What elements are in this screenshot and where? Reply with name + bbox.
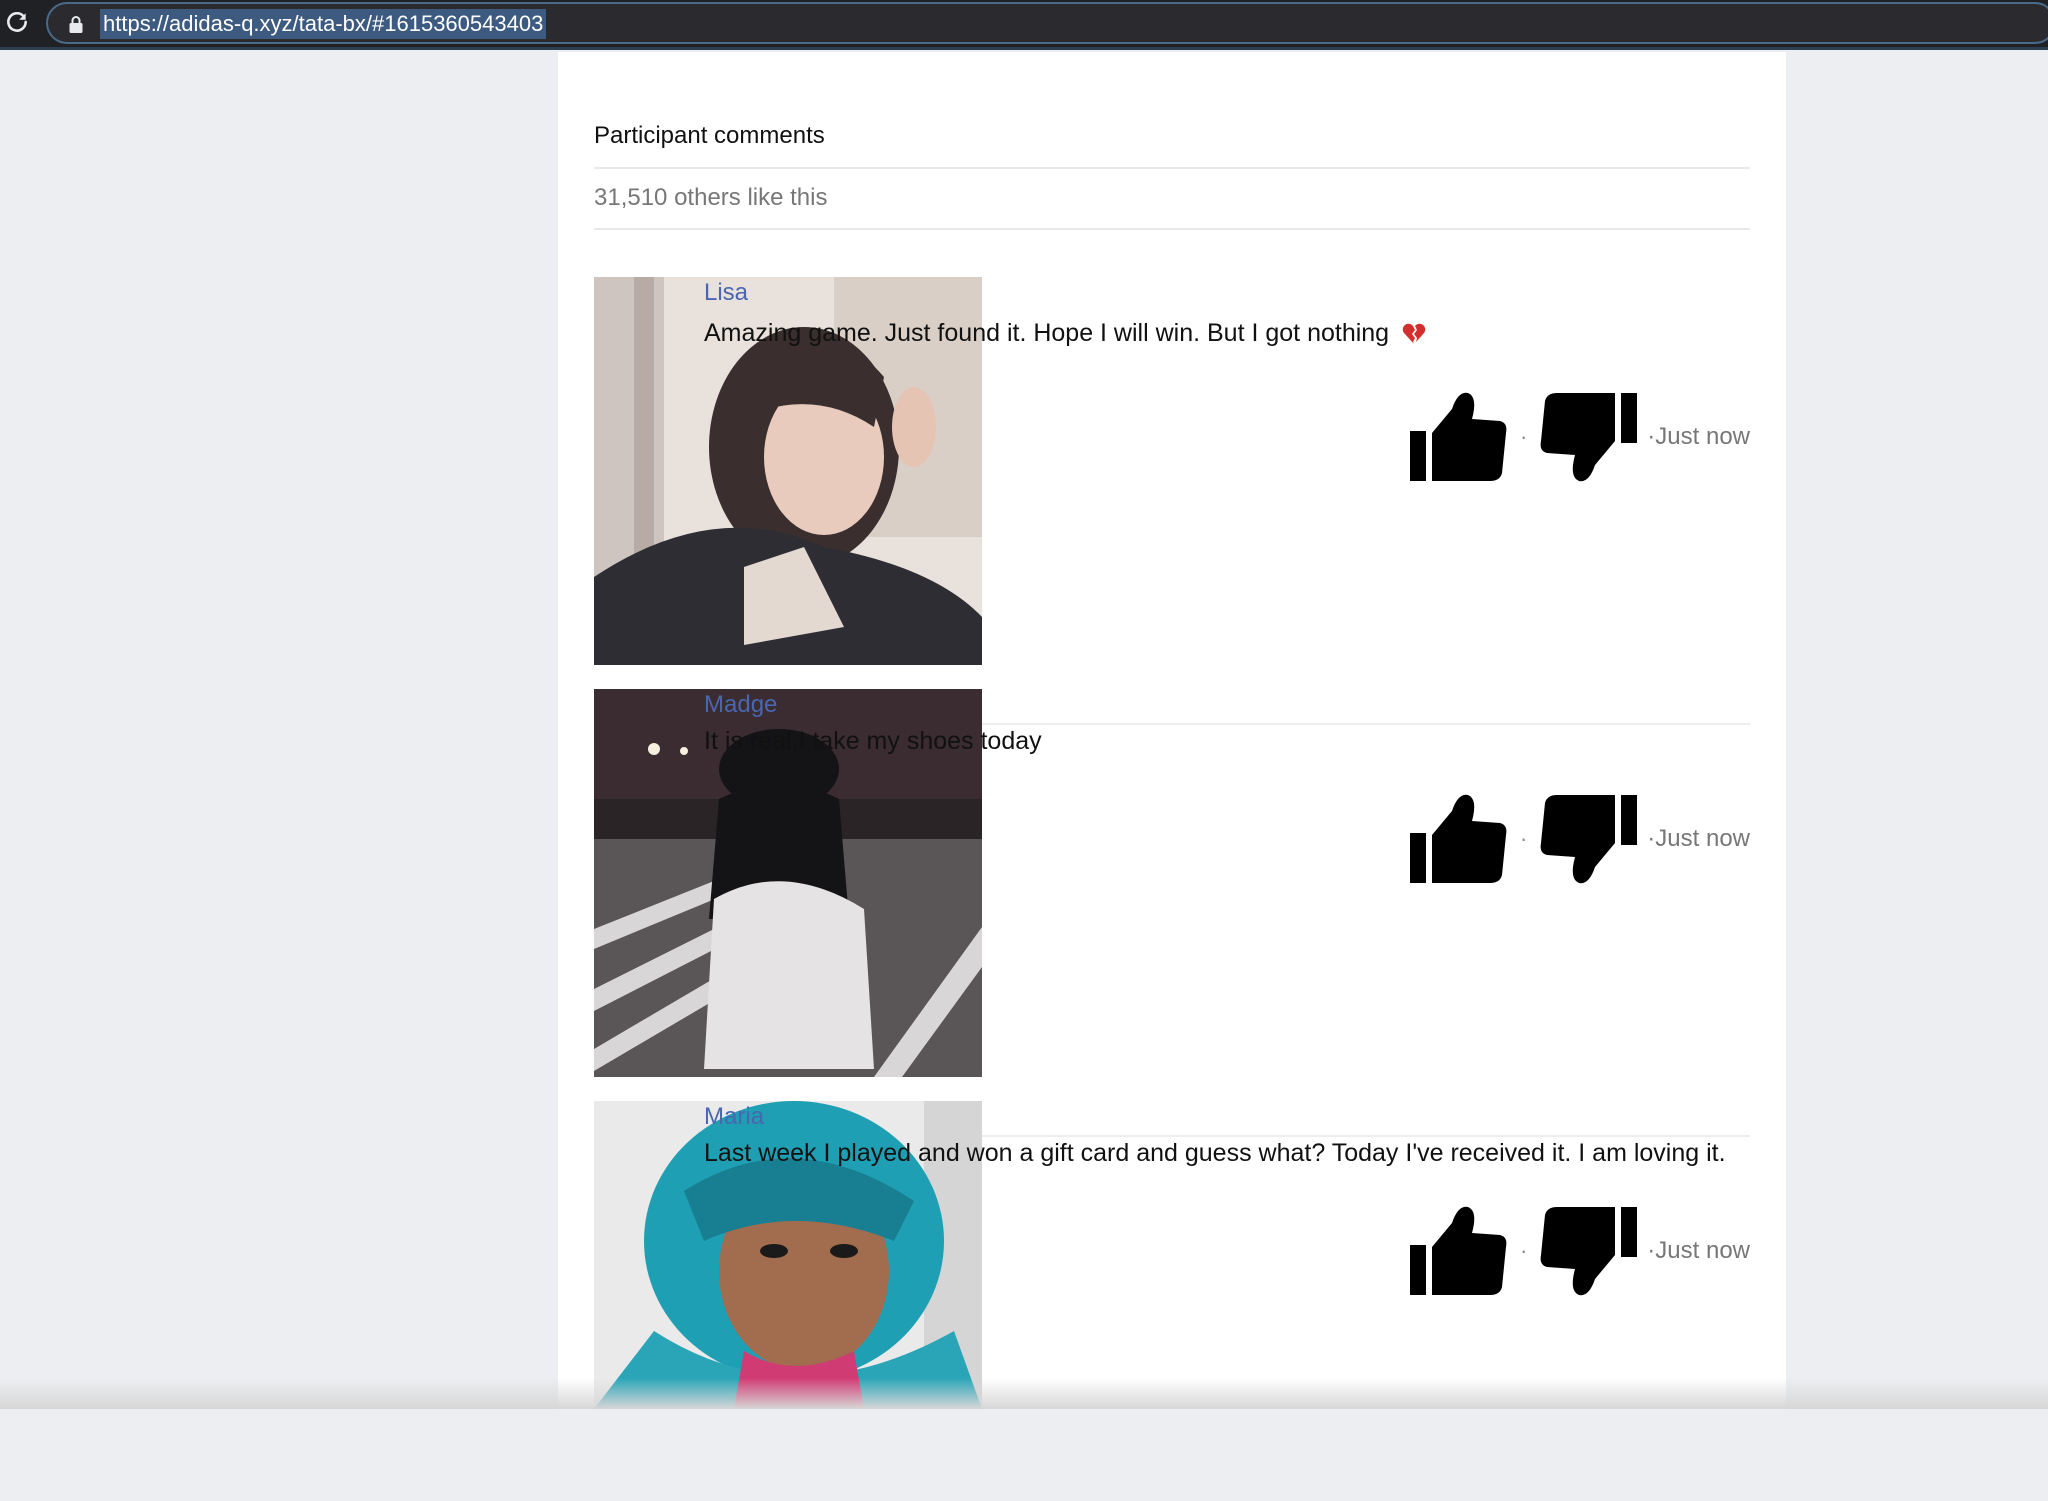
comment-actions: · ·Just now	[1408, 389, 1750, 485]
broken-heart-icon	[1402, 324, 1426, 345]
comment-body: Amazing game. Just found it. Hope I will…	[704, 319, 1390, 347]
thumbs-up-icon[interactable]	[1408, 791, 1508, 887]
comment-author[interactable]: Lisa	[704, 279, 748, 307]
comment-text: Amazing game. Just found it. Hope I will…	[704, 319, 1426, 348]
comment-item: Lisa Amazing game. Just found it. Hope I…	[594, 277, 1750, 725]
thumbs-down-icon[interactable]	[1539, 1203, 1639, 1299]
section-title: Participant comments	[594, 122, 825, 149]
divider	[594, 228, 1750, 230]
separator: ·	[1519, 1238, 1528, 1263]
separator: ·	[1519, 424, 1528, 449]
thumbs-up-icon[interactable]	[1408, 1203, 1508, 1299]
comment-text: It is real,I take my shoes today	[704, 727, 1042, 756]
comment-actions: · ·Just now	[1408, 791, 1750, 887]
comment-text: Last week I played and won a gift card a…	[704, 1139, 1726, 1168]
comment-body: Last week I played and won a gift card a…	[704, 1139, 1726, 1167]
url-text[interactable]: https://adidas-q.xyz/tata-bx/#1615360543…	[100, 9, 547, 39]
likes-count: 31,510 others like this	[594, 184, 828, 211]
divider	[594, 167, 1750, 169]
comment-author[interactable]: Madge	[704, 691, 777, 719]
address-bar[interactable]: https://adidas-q.xyz/tata-bx/#1615360543…	[46, 2, 2048, 44]
browser-toolbar: https://adidas-q.xyz/tata-bx/#1615360543…	[0, 0, 2048, 50]
lock-icon	[69, 16, 83, 33]
comment-body: It is real,I take my shoes today	[704, 727, 1042, 755]
comment-timestamp: ·Just now	[1647, 423, 1750, 450]
scroll-shadow	[0, 1378, 2048, 1409]
comment-timestamp: ·Just now	[1647, 1237, 1750, 1264]
comment-author[interactable]: Maria	[704, 1103, 764, 1131]
separator: ·	[1519, 826, 1528, 851]
comment-item: Maria Last week I played and won a gift …	[594, 1101, 1750, 1501]
thumbs-down-icon[interactable]	[1539, 791, 1639, 887]
comments-panel: Participant comments 31,510 others like …	[558, 52, 1786, 1409]
comment-item: Madge It is real,I take my shoes today ·…	[594, 689, 1750, 1137]
reload-icon[interactable]	[4, 10, 30, 36]
thumbs-down-icon[interactable]	[1539, 389, 1639, 485]
comment-timestamp: ·Just now	[1647, 825, 1750, 852]
comment-actions: · ·Just now	[1408, 1203, 1750, 1299]
thumbs-up-icon[interactable]	[1408, 389, 1508, 485]
